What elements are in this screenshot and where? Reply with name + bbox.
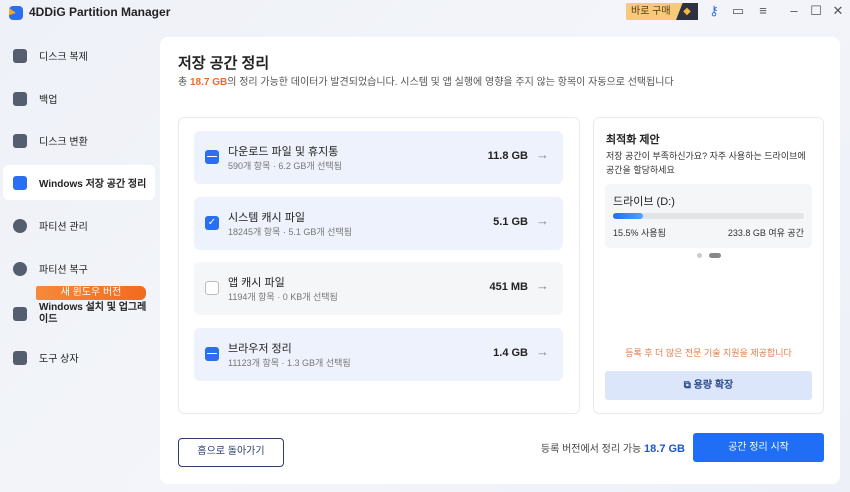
item-detail: 1194개 항목 · 0 KB개 선택됨 (228, 292, 338, 302)
drive-used: 15.5% 사용됨 (613, 228, 666, 238)
label: 디스크 변환 (39, 137, 88, 148)
cleanup-item[interactable]: ✓ 시스템 캐시 파일 18245개 항목 · 5.1 GB개 선택됨 5.1 … (194, 197, 563, 250)
label: 백업 (39, 95, 58, 106)
carousel-dot[interactable] (697, 253, 702, 258)
arrow-right-icon[interactable]: → (536, 147, 549, 162)
toolbox-icon (13, 350, 27, 365)
total-cleanable: 등록 버전에서 정리 가능 18.7 GB (520, 440, 685, 455)
backup-icon (13, 91, 27, 106)
label: 파티션 복구 (39, 265, 88, 276)
label: 파티션 관리 (39, 222, 88, 233)
carousel-dot-active[interactable] (709, 253, 721, 258)
subtitle-amount: 18.7 GB (189, 77, 228, 88)
promo-text: 등록 후 더 많은 전문 기술 지원을 제공합니다 (625, 348, 792, 358)
item-size: 11.8 GB (487, 150, 528, 162)
item-detail: 11123개 항목 · 1.3 GB개 선택됨 (228, 358, 351, 368)
back-home-button[interactable]: 홈으로 돌아가기 (178, 438, 284, 467)
drive-usage-fill (613, 213, 643, 219)
arrow-right-icon[interactable]: → (536, 213, 549, 228)
menu-icon[interactable]: ≡ (755, 3, 771, 18)
key-icon[interactable]: ⚷ (706, 3, 722, 19)
sidebar-item-disk-clone[interactable]: 디스크 복제 (3, 38, 155, 73)
label: 디스크 복제 (39, 52, 88, 63)
sidebar-item-partition-recovery[interactable]: 파티션 복구 (3, 251, 155, 286)
subtitle-pre: 총 (178, 77, 190, 88)
item-size: 5.1 GB (493, 216, 528, 228)
feedback-icon[interactable]: ▭ (730, 3, 746, 19)
maximize-icon[interactable]: ☐ (808, 3, 824, 19)
buy-button[interactable]: 바로 구매 ◆ (626, 3, 698, 20)
subtitle-post: 의 정리 가능한 데이터가 발견되었습니다. 시스템 및 앱 실행에 영향을 주… (227, 77, 674, 88)
item-checkbox[interactable] (205, 281, 219, 295)
page-title: 저장 공간 정리 (178, 55, 270, 72)
label: 도구 상자 (39, 354, 79, 365)
item-checkbox[interactable]: ✓ (205, 216, 219, 230)
item-name: 앱 캐시 파일 (228, 277, 285, 289)
arrow-right-icon[interactable]: → (536, 344, 549, 359)
new-version-badge: 새 윈도우 버전 (36, 286, 146, 300)
item-detail: 590개 항목 · 6.2 GB개 선택됨 (228, 161, 342, 171)
suggest-desc: 저장 공간이 부족하신가요? 자주 사용하는 드라이브에 공간을 할당하세요 (606, 151, 806, 175)
item-name: 시스템 캐시 파일 (228, 212, 305, 224)
broom-icon (13, 175, 27, 190)
convert-icon (13, 133, 27, 148)
total-pre: 등록 버전에서 정리 가능 (540, 444, 645, 455)
close-icon[interactable]: ✕ (830, 3, 846, 19)
item-size: 451 MB (489, 281, 528, 293)
item-checkbox[interactable]: — (205, 150, 219, 164)
item-name: 다운로드 파일 및 휴지통 (228, 146, 339, 158)
pie-icon (13, 218, 27, 233)
sidebar-item-storage-cleanup[interactable]: Windows 저장 공간 정리 (3, 165, 155, 200)
cleanup-item[interactable]: — 다운로드 파일 및 휴지통 590개 항목 · 6.2 GB개 선택됨 11… (194, 131, 563, 184)
total-amount: 18.7 GB (644, 443, 685, 455)
sidebar-item-disk-convert[interactable]: 디스크 변환 (3, 123, 155, 158)
drive-free: 233.8 GB 여유 공간 (727, 228, 804, 238)
label: Windows 저장 공간 정리 (39, 179, 147, 190)
item-size: 1.4 GB (493, 347, 528, 359)
label: Windows 설치 및 업그레이드 (39, 302, 147, 325)
minimize-icon[interactable]: – (786, 3, 802, 18)
suggest-title: 최적화 제안 (606, 134, 660, 146)
arrow-right-icon[interactable]: → (536, 278, 549, 293)
sidebar-item-windows-install[interactable]: Windows 설치 및 업그레이드 (3, 300, 155, 328)
item-detail: 18245개 항목 · 5.1 GB개 선택됨 (228, 227, 353, 237)
buy-label: 바로 구매 (631, 6, 671, 17)
cleanup-item[interactable]: — 브라우저 정리 11123개 항목 · 1.3 GB개 선택됨 1.4 GB… (194, 328, 563, 381)
expand-capacity-button[interactable]: ⧉ 용량 확장 (605, 371, 812, 400)
clone-icon (13, 48, 27, 63)
app-logo (9, 6, 23, 20)
start-cleanup-button[interactable]: 공간 정리 시작 (693, 433, 824, 462)
external-link-icon: ⧉ (683, 380, 694, 391)
page-subtitle: 총 18.7 GB의 정리 가능한 데이터가 발견되었습니다. 시스템 및 앱 … (178, 73, 674, 88)
cleanup-item[interactable]: 앱 캐시 파일 1194개 항목 · 0 KB개 선택됨 451 MB → (194, 262, 563, 315)
item-checkbox[interactable]: — (205, 347, 219, 361)
sidebar-item-partition-manage[interactable]: 파티션 관리 (3, 208, 155, 243)
app-title: 4DDiG Partition Manager (29, 5, 171, 19)
sidebar-item-toolbox[interactable]: 도구 상자 (3, 340, 155, 375)
install-icon (13, 307, 27, 321)
item-name: 브라우저 정리 (228, 343, 292, 355)
drive-usage-bar (613, 213, 804, 219)
expand-label: 용량 확장 (693, 380, 734, 391)
drive-name: 드라이브 (D:) (613, 196, 675, 208)
recovery-icon (13, 261, 27, 276)
sidebar-item-backup[interactable]: 백업 (3, 81, 155, 116)
diamond-icon: ◆ (676, 3, 698, 20)
